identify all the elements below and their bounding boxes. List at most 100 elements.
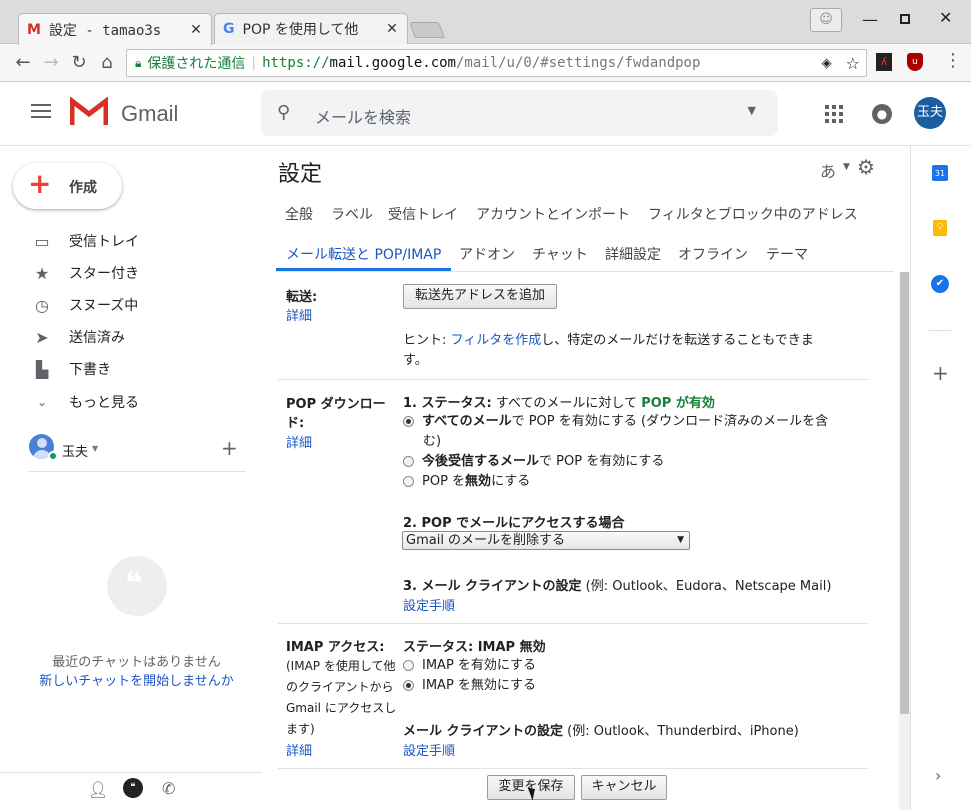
sidebar-item-sent[interactable]: ➤ 送信済み [0,321,250,353]
imap-desc-line: Gmail にアクセスし [286,701,397,715]
eye-icon[interactable]: ◈ [822,56,832,71]
add-forwarding-address-button[interactable]: 転送先アドレスを追加 [403,284,557,309]
back-icon[interactable]: ← [12,52,34,74]
url-path: /mail/u/0/#settings/fwdandpop [455,55,701,71]
tab-pop-help[interactable]: G POP を使用して他 ✕ [214,13,408,44]
close-window-icon[interactable]: ✕ [939,8,952,27]
contacts-icon[interactable]: 👤︎ [88,780,108,799]
compose-button[interactable]: + 作成 [13,163,122,209]
sidebar-item-inbox[interactable]: ▭ 受信トレイ [0,225,250,257]
pop-details-link[interactable]: 詳細 [286,432,312,451]
tab-labels[interactable]: ラベル [331,204,373,224]
reload-icon[interactable]: ↻ [68,52,90,74]
maximize-icon[interactable] [900,14,910,24]
extension-icon[interactable]: ʎ [876,53,892,71]
pop-status-value: POP が有効 [641,396,715,411]
chevron-down-icon[interactable]: ▼ [843,162,850,172]
chevron-down-icon[interactable]: ▼ [92,444,98,453]
cancel-button[interactable]: キャンセル [581,775,667,800]
sidebar-item-drafts[interactable]: ▙ 下書き [0,353,250,385]
pop-setup-link[interactable]: 設定手順 [403,595,455,614]
sidebar-item-label: 下書き [69,362,111,378]
hint-text: し、特定のメールだけを転送することもできま [541,333,814,348]
tab-themes[interactable]: テーマ [766,244,808,264]
forwarding-label: 転送: [286,290,318,305]
notifications-icon[interactable]: ● [872,104,892,124]
menu-dots-icon[interactable]: ⋮ [944,50,962,71]
add-chat-icon[interactable]: + [221,436,238,460]
tab-offline[interactable]: オフライン [678,244,748,264]
tab-accounts[interactable]: アカウントとインポート [476,204,630,224]
scrollbar-thumb[interactable] [900,272,909,714]
chevron-right-icon[interactable]: › [935,766,941,785]
apps-grid-icon[interactable] [825,105,843,123]
imap-option-disable[interactable]: IMAP を無効にする [403,676,536,696]
app-name: Gmail [121,101,179,126]
input-tools-button[interactable]: あ [820,158,836,182]
ublock-icon[interactable]: u [907,53,923,71]
radio-button[interactable] [403,416,414,427]
option-text: で POP を有効にする [539,454,665,469]
sidebar-item-starred[interactable]: ★ スター付き [0,257,250,289]
tab-gmail-settings[interactable]: M 設定 - tamao3s ✕ [18,13,212,45]
search-bar[interactable]: ⚲ メールを検索 ▼ [261,90,778,136]
option-text: で POP を有効にする (ダウンロード済みのメールを含 [511,414,829,429]
sidebar-item-snoozed[interactable]: ◷ スヌーズ中 [0,289,250,321]
chevron-down-icon: ⌄ [36,395,48,409]
hangouts-chat-icon[interactable]: ❝ [123,778,143,798]
home-icon[interactable]: ⌂ [96,52,118,74]
radio-button[interactable] [403,456,414,467]
radio-button[interactable] [403,680,414,691]
tasks-icon[interactable]: ✔ [931,275,949,293]
dropdown-arrow-icon: ▼ [677,535,684,545]
imap-setup-link[interactable]: 設定手順 [403,740,455,759]
search-options-icon[interactable]: ▼ [748,104,756,117]
pop-action-select[interactable]: Gmail のメールを削除する ▼ [402,531,690,550]
tab-chat[interactable]: チャット [532,244,588,264]
tab-forwarding-pop-imap[interactable]: メール転送と POP/IMAP [286,244,441,264]
radio-button[interactable] [403,476,414,487]
client-examples: (例: Outlook、Thunderbird、iPhone) [567,724,799,739]
tab-addons[interactable]: アドオン [459,244,515,264]
option-text: POP を [422,474,466,489]
add-addon-icon[interactable]: + [932,361,949,385]
start-chat-link[interactable]: 新しいチャットを開始しませんか [0,670,273,689]
imap-details-link[interactable]: 詳細 [286,740,312,759]
tab-filters[interactable]: フィルタとブロック中のアドレス [648,204,858,224]
pop-label: POP ダウンロー [286,397,386,412]
search-icon[interactable]: ⚲ [277,102,290,123]
tab-advanced[interactable]: 詳細設定 [605,244,661,264]
radio-button[interactable] [403,660,414,671]
search-input[interactable]: メールを検索 [315,104,411,128]
sidebar-item-more[interactable]: ⌄ もっと見る [0,386,250,418]
url-bar[interactable]: 🔒︎ 保護された通信 | https:// mail.google.com /m… [126,49,867,77]
create-filter-link[interactable]: フィルタを作成 [451,333,542,348]
draft-icon: ▙ [35,359,49,379]
close-icon[interactable]: ✕ [189,22,203,38]
minimize-icon[interactable]: — [862,10,878,29]
sidebar-item-label: もっと見る [69,395,139,411]
sidebar-item-label: 送信済み [69,330,125,346]
keep-icon[interactable]: 💡︎ [933,220,947,236]
tab-general[interactable]: 全般 [285,204,313,224]
pop-option-all[interactable]: すべてのメールで POP を有効にする (ダウンロード済みのメールを含 む) [403,412,828,452]
close-icon[interactable]: ✕ [385,21,399,37]
send-icon: ➤ [35,327,49,347]
imap-option-enable[interactable]: IMAP を有効にする [403,656,536,676]
calendar-icon[interactable]: 31 [932,165,948,181]
browser-toolbar: ← → ↻ ⌂ 🔒︎ 保護された通信 | https:// mail.googl… [0,44,971,82]
main-menu-icon[interactable] [31,104,51,118]
pop-option-new[interactable]: 今後受信するメールで POP を有効にする [403,452,664,472]
phone-icon[interactable]: ✆ [162,779,175,798]
profile-icon[interactable]: ☺ [810,8,842,32]
bookmark-star-icon[interactable]: ☆ [846,54,860,73]
pop-option-disable[interactable]: POP を無効にする [403,472,530,492]
forward-icon[interactable]: → [40,52,62,74]
forwarding-details-link[interactable]: 詳細 [286,305,312,324]
gmail-logo-icon[interactable] [69,95,109,131]
new-tab-button[interactable] [409,22,445,38]
chat-user-name[interactable]: 玉夫 [62,441,88,460]
gear-icon[interactable]: ⚙ [857,155,875,179]
tab-inbox[interactable]: 受信トレイ [388,204,458,224]
avatar[interactable]: 玉夫 [914,97,946,129]
